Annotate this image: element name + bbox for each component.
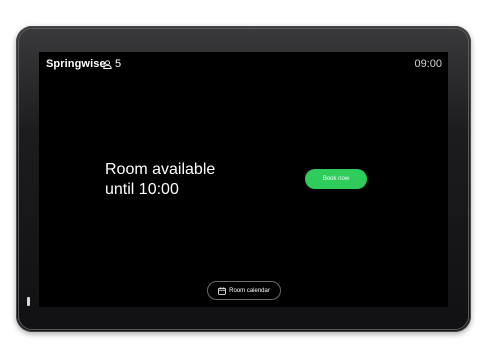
room-calendar-button[interactable]: Room calendar bbox=[207, 281, 281, 300]
person-icon bbox=[103, 59, 112, 69]
calendar-icon bbox=[218, 286, 226, 295]
book-now-button[interactable]: Book now bbox=[305, 169, 367, 189]
clock: 09:00 bbox=[414, 58, 442, 70]
occupancy-indicator: 5 bbox=[103, 58, 121, 70]
occupancy-count: 5 bbox=[115, 58, 122, 70]
tablet-side-button bbox=[27, 297, 30, 306]
room-calendar-label: Room calendar bbox=[229, 287, 270, 294]
availability-status-line2: until 10:00 bbox=[105, 181, 179, 198]
availability-status-line1: Room available bbox=[105, 161, 216, 178]
brand-name: Springwise bbox=[46, 58, 106, 70]
availability-status: Room available until 10:00 bbox=[105, 160, 215, 200]
room-booking-screen: Springwise 5 09:00 Room available until … bbox=[39, 52, 448, 307]
